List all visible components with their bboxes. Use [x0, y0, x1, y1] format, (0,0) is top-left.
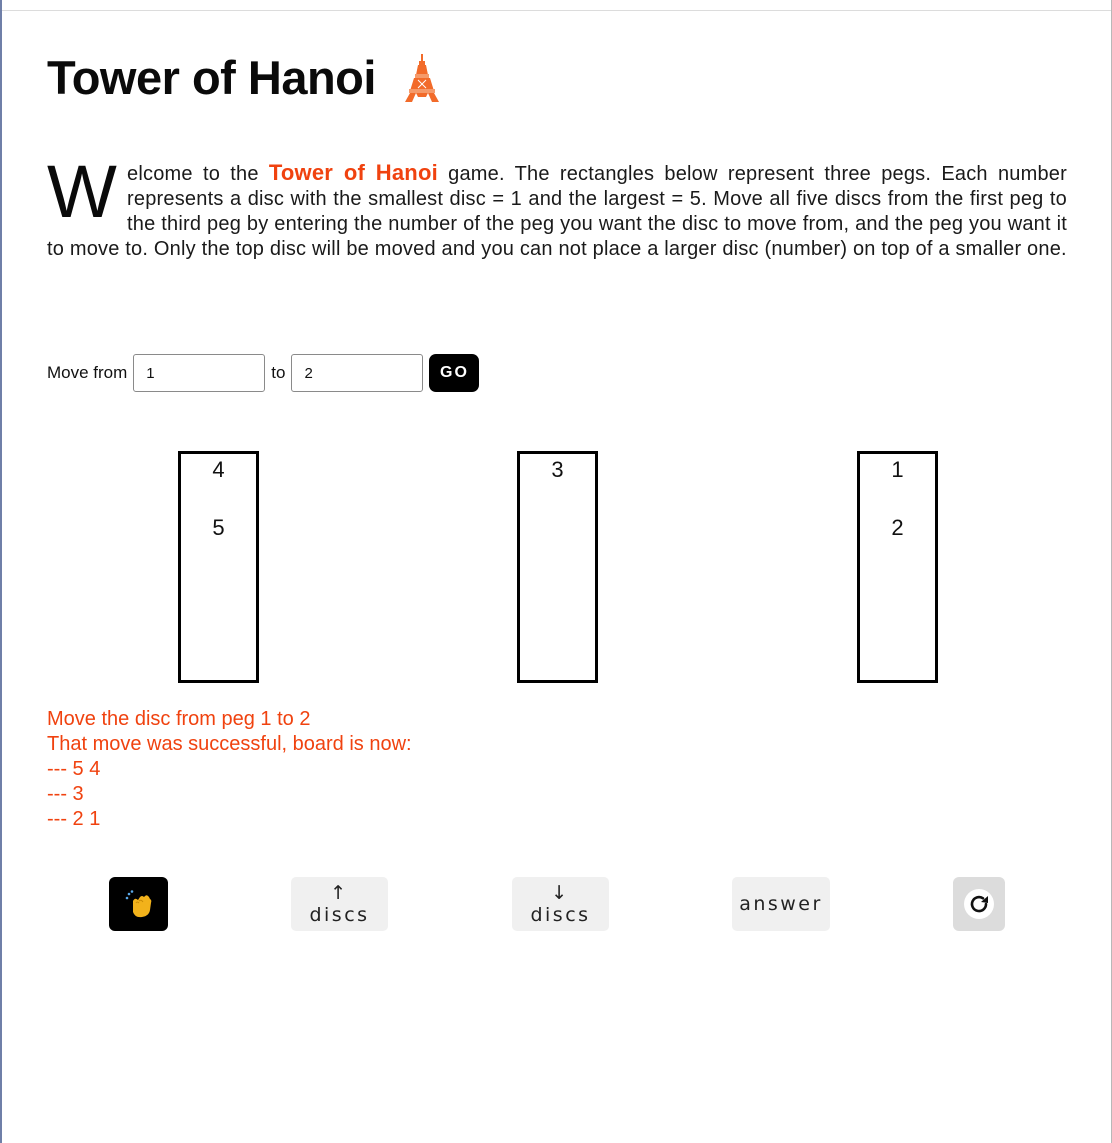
peg-1-disc: 4 [212, 457, 225, 482]
intro-brand-name: Tower of Hanoi [268, 160, 438, 185]
reset-button[interactable] [953, 877, 1005, 931]
clapping-hands-icon [125, 890, 151, 918]
status-log: Move the disc from peg 1 to 2 That move … [47, 707, 412, 832]
more-discs-button[interactable]: ↑ discs [291, 877, 388, 931]
go-button[interactable]: GO [429, 354, 480, 392]
status-line: That move was successful, board is now: [47, 733, 412, 755]
peg-2: 3 [517, 451, 598, 683]
reset-icon-background [964, 889, 994, 919]
clap-button[interactable] [109, 877, 168, 931]
peg-2-disc: 3 [551, 457, 564, 482]
window-left-border [0, 0, 2, 1143]
status-line: --- 5 4 [47, 758, 101, 780]
peg-1: 4 5 [178, 451, 259, 683]
peg-1-disc: 5 [212, 515, 225, 540]
intro-dropcap: W [47, 150, 118, 233]
title-text: Tower of Hanoi [47, 51, 376, 104]
page-title: Tower of Hanoi [47, 50, 442, 105]
status-line: --- 3 [47, 783, 84, 805]
peg-3: 1 2 [857, 451, 938, 683]
reset-icon [970, 895, 988, 913]
tokyo-tower-icon [404, 53, 439, 102]
answer-button[interactable]: answer [732, 877, 830, 931]
fewer-discs-button[interactable]: ↓ discs [512, 877, 609, 931]
browser-top-edge [0, 0, 1112, 11]
move-to-label: to [271, 363, 286, 382]
move-form: Move from to GO [47, 353, 480, 393]
peg-3-disc: 1 [891, 457, 904, 482]
status-line: Move the disc from peg 1 to 2 [47, 708, 311, 730]
intro-paragraph: Welcome to the Tower of Hanoi game. The … [47, 150, 1067, 262]
move-to-input[interactable] [291, 354, 424, 392]
intro-text-start: elcome to the [127, 163, 269, 185]
move-from-input[interactable] [133, 354, 266, 392]
status-line: --- 2 1 [47, 808, 101, 830]
move-from-label: Move from [47, 363, 128, 382]
peg-3-disc: 2 [891, 515, 904, 540]
